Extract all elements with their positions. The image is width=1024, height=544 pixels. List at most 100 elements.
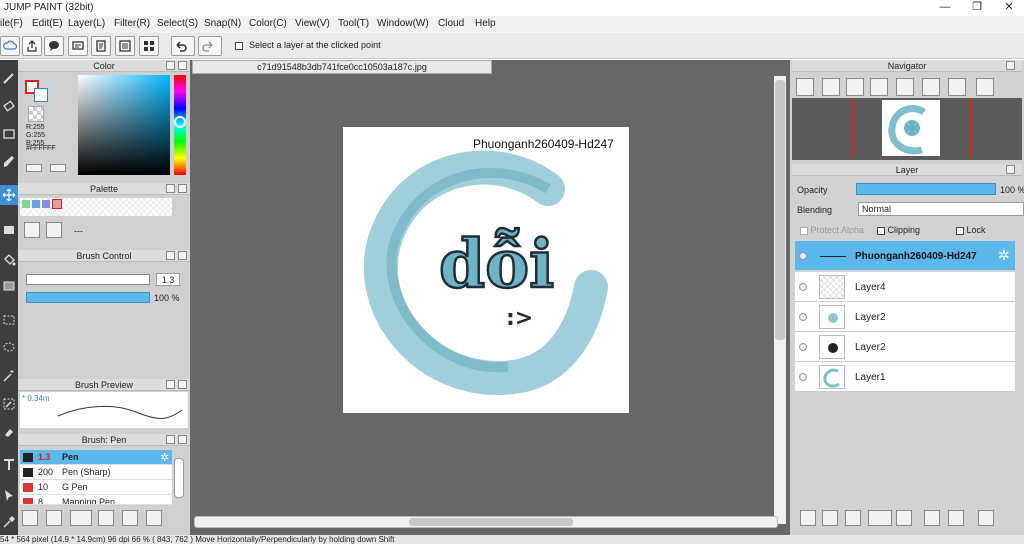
menu-view[interactable]: View(V) — [295, 18, 330, 29]
brush-item-pen-sharp[interactable]: 200 Pen (Sharp) — [20, 465, 172, 480]
duplicate-icon[interactable] — [146, 510, 162, 526]
visibility-toggle[interactable] — [799, 373, 807, 381]
menu-snap[interactable]: Snap(N) — [204, 18, 241, 29]
new-raster-layer-icon[interactable] — [822, 510, 838, 526]
grid-icon[interactable] — [139, 36, 159, 56]
close-panel-icon[interactable] — [178, 435, 187, 444]
bucket-tool-icon[interactable] — [0, 250, 18, 270]
navigator-preview[interactable] — [792, 98, 1022, 160]
text-tool-icon[interactable] — [0, 455, 18, 475]
brush-opacity-slider[interactable] — [26, 292, 150, 303]
detach-icon[interactable] — [1006, 165, 1015, 174]
move-tool-icon[interactable] — [0, 185, 18, 205]
fill-rect-icon[interactable] — [0, 220, 18, 240]
merge-layer-icon[interactable] — [948, 510, 964, 526]
menu-help[interactable]: Help — [475, 18, 496, 29]
minimize-button[interactable]: — — [930, 0, 960, 16]
comment-icon[interactable] — [68, 36, 88, 56]
redo-icon[interactable] — [198, 36, 222, 56]
layer-row[interactable]: Layer1 — [795, 362, 1015, 392]
pipette-tool-icon[interactable] — [0, 512, 18, 532]
menu-window[interactable]: Window(W) — [377, 18, 429, 29]
download-brush-icon[interactable] — [22, 510, 38, 526]
eraser-tool-icon[interactable] — [0, 96, 18, 116]
layer-row[interactable]: Layer2 — [795, 332, 1015, 362]
new-brush-icon[interactable] — [46, 510, 62, 526]
new-text-layer-icon[interactable] — [845, 510, 861, 526]
new-palette-icon[interactable] — [24, 222, 40, 238]
page-icon[interactable] — [91, 36, 111, 56]
speech-bubble-icon[interactable] — [44, 36, 64, 56]
cloud-icon[interactable] — [0, 36, 20, 56]
undo-icon[interactable] — [171, 36, 195, 56]
clipping-toggle[interactable]: Clipping — [877, 225, 920, 235]
horizontal-scroll-thumb[interactable] — [409, 518, 573, 526]
select-layer-checkbox[interactable] — [235, 40, 243, 50]
lock-toggle[interactable]: Lock — [956, 225, 986, 235]
visibility-toggle[interactable] — [799, 313, 807, 321]
menu-layer[interactable]: Layer(L) — [68, 18, 105, 29]
flip-icon[interactable] — [976, 78, 994, 96]
menu-filter[interactable]: Filter(R) — [114, 18, 150, 29]
folder-icon[interactable] — [896, 510, 912, 526]
gradient-tool-icon[interactable] — [0, 276, 18, 296]
zoom-in-icon[interactable] — [796, 78, 814, 96]
rectangle-tool-icon[interactable] — [0, 124, 18, 144]
rotate-right-icon[interactable] — [948, 78, 966, 96]
visibility-toggle[interactable] — [799, 283, 807, 291]
duplicate-layer-icon[interactable] — [924, 510, 940, 526]
restore-button[interactable]: ❐ — [962, 0, 992, 16]
copy-brush-icon[interactable] — [98, 510, 114, 526]
brush-menu-icon[interactable] — [70, 510, 92, 526]
detach-icon[interactable] — [1006, 61, 1015, 70]
add-layer-menu-icon[interactable] — [868, 510, 892, 526]
palette-swatch[interactable] — [42, 200, 50, 208]
detach-icon[interactable] — [166, 380, 175, 389]
canvas-image[interactable]: Phuonganh260409-Hd247 dỗi :> — [343, 127, 629, 413]
select-pen-icon[interactable] — [0, 394, 18, 414]
select-eraser-icon[interactable] — [0, 422, 18, 442]
hue-handle[interactable] — [174, 116, 186, 128]
select-rect-icon[interactable] — [0, 310, 18, 330]
menu-file[interactable]: ile(F) — [0, 18, 23, 29]
menu-select[interactable]: Select(S) — [157, 18, 198, 29]
reset-rotation-icon[interactable] — [922, 78, 940, 96]
protect-alpha-toggle[interactable]: Protect Alpha — [800, 225, 864, 235]
brush-tool-icon[interactable] — [0, 152, 18, 172]
palette-swatch[interactable] — [32, 200, 40, 208]
secondary-color-swatch[interactable] — [34, 88, 48, 102]
brush-size-slider[interactable] — [26, 274, 150, 285]
share-icon[interactable] — [22, 36, 42, 56]
vertical-scrollbar[interactable] — [774, 76, 786, 524]
brush-item-g-pen[interactable]: 10 G Pen — [20, 480, 172, 495]
zoom-out-icon[interactable] — [870, 78, 888, 96]
close-panel-icon[interactable] — [178, 61, 187, 70]
close-panel-icon[interactable] — [178, 380, 187, 389]
layer-opacity-slider[interactable] — [856, 183, 996, 195]
vertical-scroll-thumb[interactable] — [775, 80, 785, 340]
pen-tool-icon[interactable] — [0, 68, 18, 88]
palette-swatch[interactable] — [22, 200, 30, 208]
menu-cloud[interactable]: Cloud — [438, 18, 464, 29]
blending-select[interactable]: Normal — [858, 202, 1024, 216]
add-color-button[interactable] — [26, 164, 42, 172]
fit-icon[interactable] — [846, 78, 864, 96]
lasso-tool-icon[interactable] — [0, 338, 18, 358]
menu-tool[interactable]: Tool(T) — [338, 18, 369, 29]
brush-item-pen[interactable]: 1.3 Pen ✲ — [20, 450, 172, 465]
close-panel-icon[interactable] — [178, 184, 187, 193]
swap-color-button[interactable] — [50, 164, 66, 172]
folder-icon[interactable] — [122, 510, 138, 526]
layer-row[interactable]: Layer2 — [795, 302, 1015, 332]
detach-icon[interactable] — [166, 61, 175, 70]
detach-icon[interactable] — [166, 184, 175, 193]
brush-list-scrollbar[interactable] — [174, 458, 184, 498]
palette-swatch-selected[interactable] — [52, 199, 62, 209]
close-panel-icon[interactable] — [178, 251, 187, 260]
visibility-toggle[interactable] — [799, 252, 807, 260]
visibility-toggle[interactable] — [799, 343, 807, 351]
menu-color[interactable]: Color(C) — [249, 18, 287, 29]
gear-icon[interactable]: ✲ — [998, 247, 1010, 264]
close-button[interactable]: ✕ — [994, 0, 1024, 16]
gear-icon[interactable]: ✲ — [160, 451, 169, 464]
